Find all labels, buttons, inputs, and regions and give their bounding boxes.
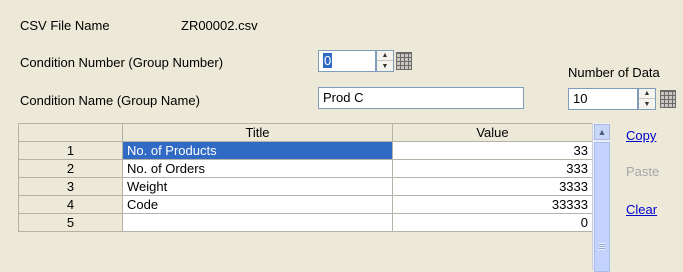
csv-file-name-value: ZR00002.csv [181,18,258,33]
value-cell[interactable]: 3333 [392,177,593,196]
table-row: 1 No. of Products 33 [18,141,593,160]
title-cell[interactable]: No. of Orders [122,159,393,178]
value-cell[interactable]: 33333 [392,195,593,214]
spin-down-icon[interactable]: ▼ [639,99,655,109]
scrollbar-grip-icon [599,243,605,250]
number-of-data-grid-icon[interactable] [660,90,676,108]
value-cell[interactable]: 33 [392,141,593,160]
table-header-row: Title Value [18,123,593,142]
data-table: Title Value 1 No. of Products 33 2 No. o… [18,123,593,232]
condition-number-label: Condition Number (Group Number) [20,55,224,70]
row-number[interactable]: 5 [18,213,123,232]
table-scrollbar[interactable]: ▲ [592,123,610,272]
row-number[interactable]: 2 [18,159,123,178]
number-of-data-spinner[interactable]: ▲ ▼ [638,88,656,110]
condition-name-input[interactable]: Prod C [318,87,524,109]
condition-number-value: 0 [323,53,333,68]
row-number[interactable]: 3 [18,177,123,196]
table-row: 3 Weight 3333 [18,177,593,196]
value-cell[interactable]: 333 [392,159,593,178]
paste-link[interactable]: Paste [626,164,659,179]
title-cell[interactable] [122,213,393,232]
table-row: 5 0 [18,213,593,232]
condition-number-spinner[interactable]: ▲ ▼ [376,50,394,72]
title-cell[interactable]: Code [122,195,393,214]
value-column-header[interactable]: Value [392,123,593,142]
clear-link[interactable]: Clear [626,202,657,217]
spin-down-icon[interactable]: ▼ [377,61,393,71]
table-row: 4 Code 33333 [18,195,593,214]
row-number[interactable]: 4 [18,195,123,214]
number-of-data-label: Number of Data [568,65,660,80]
spin-up-icon[interactable]: ▲ [377,51,393,61]
row-number[interactable]: 1 [18,141,123,160]
title-cell[interactable]: Weight [122,177,393,196]
title-cell[interactable]: No. of Products [122,141,393,160]
number-of-data-input[interactable]: 10 [568,88,638,110]
copy-link[interactable]: Copy [626,128,656,143]
row-number-header [18,123,123,142]
condition-name-label: Condition Name (Group Name) [20,93,200,108]
scroll-up-arrow-icon[interactable]: ▲ [594,124,610,140]
value-cell[interactable]: 0 [392,213,593,232]
scrollbar-thumb[interactable] [594,142,610,272]
spin-up-icon[interactable]: ▲ [639,89,655,99]
condition-number-grid-icon[interactable] [396,52,412,70]
csv-file-name-label: CSV File Name [20,18,110,33]
title-column-header[interactable]: Title [122,123,393,142]
condition-number-input[interactable]: 0 [318,50,376,72]
table-row: 2 No. of Orders 333 [18,159,593,178]
